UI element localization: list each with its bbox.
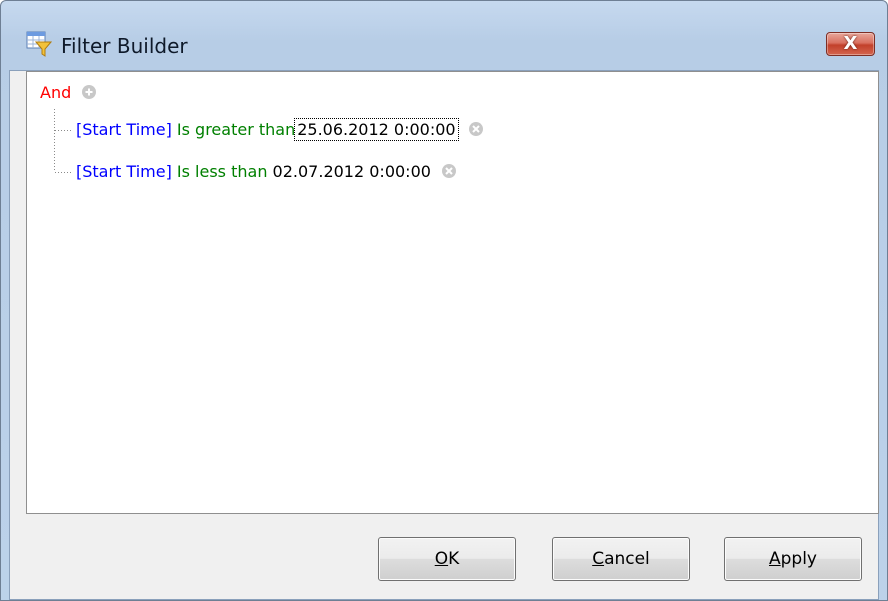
add-condition-icon[interactable]: [82, 85, 97, 99]
dialog-footer: OK Cancel Apply: [26, 517, 879, 597]
group-node: And: [40, 83, 97, 103]
condition-row: [Start Time] Is less than 02.07.2012 0:0…: [76, 162, 457, 182]
cancel-button[interactable]: Cancel: [552, 537, 690, 581]
close-icon: X: [843, 33, 858, 54]
group-operator[interactable]: And: [40, 83, 71, 102]
condition-row: [Start Time] Is greater than 25.06.2012 0…: [76, 118, 483, 141]
filter-tree-panel[interactable]: And [Start Time] Is greater than 25.06.20…: [26, 71, 879, 514]
ok-button-accel: O: [434, 549, 449, 569]
ok-button[interactable]: OK: [378, 537, 516, 581]
filter-builder-window: Filter Builder X And [Start Time] Is gre…: [0, 0, 888, 601]
apply-button-accel: A: [768, 549, 781, 569]
condition-field[interactable]: [Start Time]: [76, 120, 172, 139]
condition-value[interactable]: 02.07.2012 0:00:00: [273, 162, 431, 181]
apply-button-label: pply: [780, 549, 817, 569]
remove-condition-icon[interactable]: [442, 164, 457, 178]
apply-button[interactable]: Apply: [724, 537, 862, 581]
title-bar[interactable]: Filter Builder X: [1, 1, 887, 69]
condition-field[interactable]: [Start Time]: [76, 162, 172, 181]
cancel-button-label: ancel: [604, 549, 650, 569]
filter-builder-icon: [26, 31, 52, 57]
close-button[interactable]: X: [826, 32, 875, 56]
cancel-button-accel: C: [592, 549, 605, 569]
window-title: Filter Builder: [61, 34, 188, 58]
remove-condition-icon[interactable]: [468, 122, 483, 136]
dialog-client-area: And [Start Time] Is greater than 25.06.20…: [9, 70, 879, 600]
condition-operator[interactable]: Is greater than: [177, 120, 295, 139]
ok-button-label: K: [448, 549, 460, 569]
condition-operator[interactable]: Is less than: [177, 162, 268, 181]
condition-value[interactable]: 25.06.2012 0:00:00: [294, 118, 459, 141]
